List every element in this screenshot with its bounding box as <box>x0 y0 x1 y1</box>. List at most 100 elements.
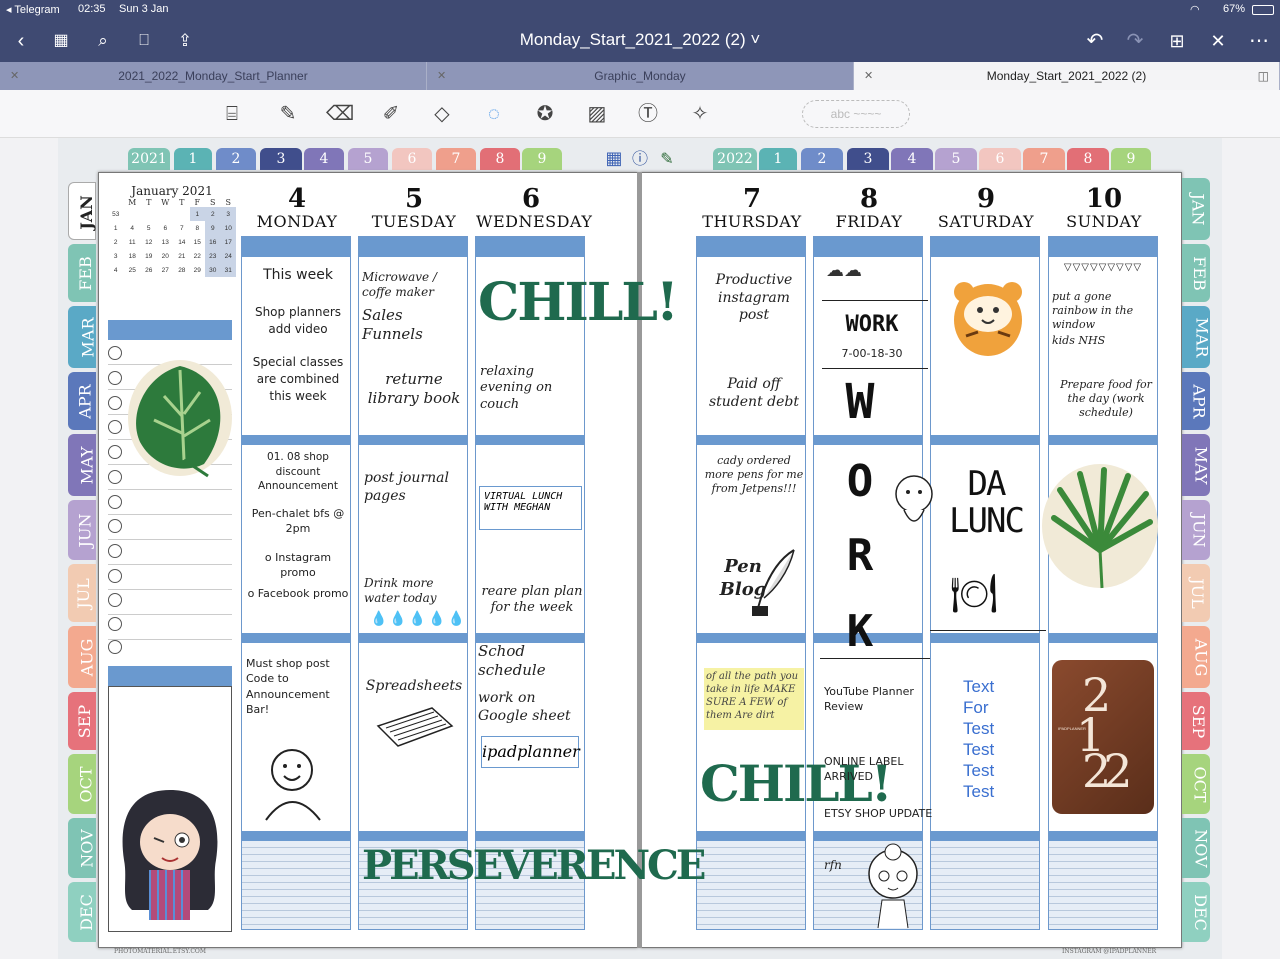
note-da-lunch[interactable]: DA LUNC <box>934 465 1038 541</box>
calendar-day[interactable]: 6 <box>156 221 174 235</box>
chill-sticker[interactable]: CHILL! <box>478 272 679 333</box>
calendar-day[interactable]: 2 <box>205 207 221 221</box>
week-number[interactable]: 1 <box>108 221 123 235</box>
month-tab-jul-right[interactable]: JUL <box>1182 564 1210 622</box>
day-header-monday[interactable]: 4 Monday <box>242 186 352 231</box>
close-tab-icon[interactable]: ✕ <box>437 62 446 90</box>
calendar-day[interactable] <box>174 207 189 221</box>
month-tab-jan-right[interactable]: JAN <box>1182 178 1210 240</box>
calendar-day[interactable]: 14 <box>174 235 189 249</box>
month-tab-oct-right[interactable]: OCT <box>1182 754 1210 814</box>
note-return-library-book[interactable]: returne library book <box>362 370 466 408</box>
calendar-day[interactable]: 4 <box>123 221 141 235</box>
calendar-day[interactable]: 18 <box>123 249 141 263</box>
note-ipadplanner[interactable]: ipadplanner <box>481 736 580 768</box>
note-shop-post-code[interactable]: Must shop post Code to Announcement Bar! <box>246 656 350 718</box>
water-drops-icon[interactable]: 💧💧💧💧💧 <box>370 610 467 627</box>
calendar-day[interactable]: 30 <box>205 263 221 277</box>
eraser-tool-icon[interactable]: ⌫ <box>326 100 354 128</box>
note-pen-chalet[interactable]: Pen-chalet bfs @ 2pm <box>246 506 350 537</box>
number-tab[interactable]: 2 <box>216 148 256 170</box>
month-tab-mar-right[interactable]: MAR <box>1182 306 1211 368</box>
tiger-bear-sticker[interactable] <box>950 276 1026 360</box>
note-work-letter-k[interactable]: K <box>820 606 900 657</box>
note-microwave[interactable]: Microwave / coffe maker <box>362 270 466 300</box>
calendar-day[interactable]: 21 <box>174 249 189 263</box>
number-tab[interactable]: 6 <box>979 148 1021 170</box>
note-rainbow-window[interactable]: put a gone rainbow in the window <box>1052 290 1156 331</box>
month-tab-jun[interactable]: JUN <box>68 500 96 560</box>
calendar-day[interactable]: 1 <box>189 207 206 221</box>
number-tab[interactable]: 9 <box>522 148 562 170</box>
checkbox[interactable] <box>108 519 122 533</box>
tab-monday-start-2021-2022[interactable]: ✕ Monday_Start_2021_2022 (2) ◫ <box>854 62 1280 90</box>
test-text-line[interactable]: Test <box>963 760 994 781</box>
tab-2021-2022-monday-start-planner[interactable]: ✕ 2021_2022_Monday_Start_Planner <box>0 62 427 90</box>
calendar-day[interactable]: 24 <box>220 249 236 263</box>
calendar-day[interactable]: 8 <box>190 221 205 235</box>
week-number[interactable]: 53 <box>108 207 123 221</box>
month-tab-dec-right[interactable]: DEC <box>1182 882 1210 942</box>
number-tab[interactable]: 1 <box>174 148 212 170</box>
number-tab[interactable]: 5 <box>935 148 977 170</box>
more-options-icon[interactable]: ⋯ <box>1246 28 1272 54</box>
number-tab[interactable]: 5 <box>348 148 388 170</box>
note-prepare-food[interactable]: Prepare food for the day (work schedule) <box>1054 378 1158 419</box>
undo-icon[interactable]: ↶ <box>1082 28 1108 54</box>
checkbox[interactable] <box>108 617 122 631</box>
laser-pointer-icon[interactable]: ✧ <box>686 100 714 128</box>
month-tab-may[interactable]: MAY <box>68 434 96 496</box>
note-quote-dirt[interactable]: of all the path you take in life MAKE SU… <box>704 668 804 730</box>
year-tab-2021[interactable]: 2021 <box>128 148 170 170</box>
month-tab-aug-right[interactable]: AUG <box>1182 626 1210 688</box>
calendar-day[interactable] <box>156 207 174 221</box>
monstera-leaf-sticker[interactable] <box>124 356 236 480</box>
calendar-day[interactable] <box>141 207 156 221</box>
day-column-friday[interactable] <box>813 236 923 930</box>
note-post-journal-pages[interactable]: post journal pages <box>364 470 468 505</box>
note-reare-plan[interactable]: reare plan plan for the week <box>480 584 584 617</box>
note-shop-discount[interactable]: 01. 08 shop discount Announcement <box>246 450 350 494</box>
day-header-sunday[interactable]: 10 Sunday <box>1049 186 1159 231</box>
checkbox[interactable] <box>108 470 122 484</box>
calendar-day[interactable]: 29 <box>190 263 205 277</box>
month-tab-may-right[interactable]: MAY <box>1182 434 1210 496</box>
day-header-tuesday[interactable]: 5 Tuesday <box>359 186 469 231</box>
note-work-hours[interactable]: 7-00-18-30 <box>816 346 928 361</box>
checkbox[interactable] <box>108 371 122 385</box>
calendar-day[interactable]: 5 <box>141 221 156 235</box>
highlighter-tool-icon[interactable]: ✐ <box>377 100 405 128</box>
doodle-ghost-sticker[interactable] <box>890 472 940 536</box>
checkbox[interactable] <box>108 569 122 583</box>
note-relaxing-evening[interactable]: relaxing evening on couch <box>480 364 584 413</box>
month-tab-sep-right[interactable]: SEP <box>1182 692 1210 750</box>
calendar-day[interactable]: 31 <box>220 263 236 277</box>
chill-sticker-thursday[interactable]: CHILL! <box>700 754 893 813</box>
note-etsy-shop-update[interactable]: ETSY SHOP UPDATE <box>824 806 934 821</box>
calendar-day[interactable]: 3 <box>220 207 236 221</box>
text-test-list[interactable]: Text For Test Test Test Test <box>963 676 994 802</box>
close-document-icon[interactable]: ✕ <box>1205 28 1231 54</box>
note-facebook-promo[interactable]: o Facebook promo <box>246 586 350 601</box>
handwriting-textbox[interactable]: abc ~~~~ <box>802 100 910 128</box>
month-tab-apr[interactable]: APR <box>68 372 96 430</box>
note-work-letter-w[interactable]: W <box>820 374 900 430</box>
calendar-day[interactable]: 7 <box>174 221 189 235</box>
day-column-monday[interactable] <box>241 236 351 930</box>
calendar-day[interactable]: 11 <box>123 235 141 249</box>
test-text-line[interactable]: Test <box>963 781 994 802</box>
test-text-line[interactable]: Text <box>963 676 994 697</box>
calendar-day[interactable]: 23 <box>205 249 221 263</box>
calendar-day[interactable]: 13 <box>156 235 174 249</box>
test-text-line[interactable]: For <box>963 697 994 718</box>
note-this-week[interactable]: This week <box>246 266 350 286</box>
checkbox[interactable] <box>108 544 122 558</box>
note-shop-planners[interactable]: Shop planners add video <box>246 304 350 338</box>
test-text-line[interactable]: Test <box>963 739 994 760</box>
checkbox[interactable] <box>108 640 122 654</box>
sticker-tool-icon[interactable]: ✪ <box>531 100 559 128</box>
note-instagram-promo[interactable]: o Instagram promo <box>246 550 350 581</box>
doodle-person-sticker[interactable] <box>258 744 328 824</box>
note-sales-funnels[interactable]: Sales Funnels <box>362 306 466 344</box>
number-tab[interactable]: 1 <box>759 148 797 170</box>
